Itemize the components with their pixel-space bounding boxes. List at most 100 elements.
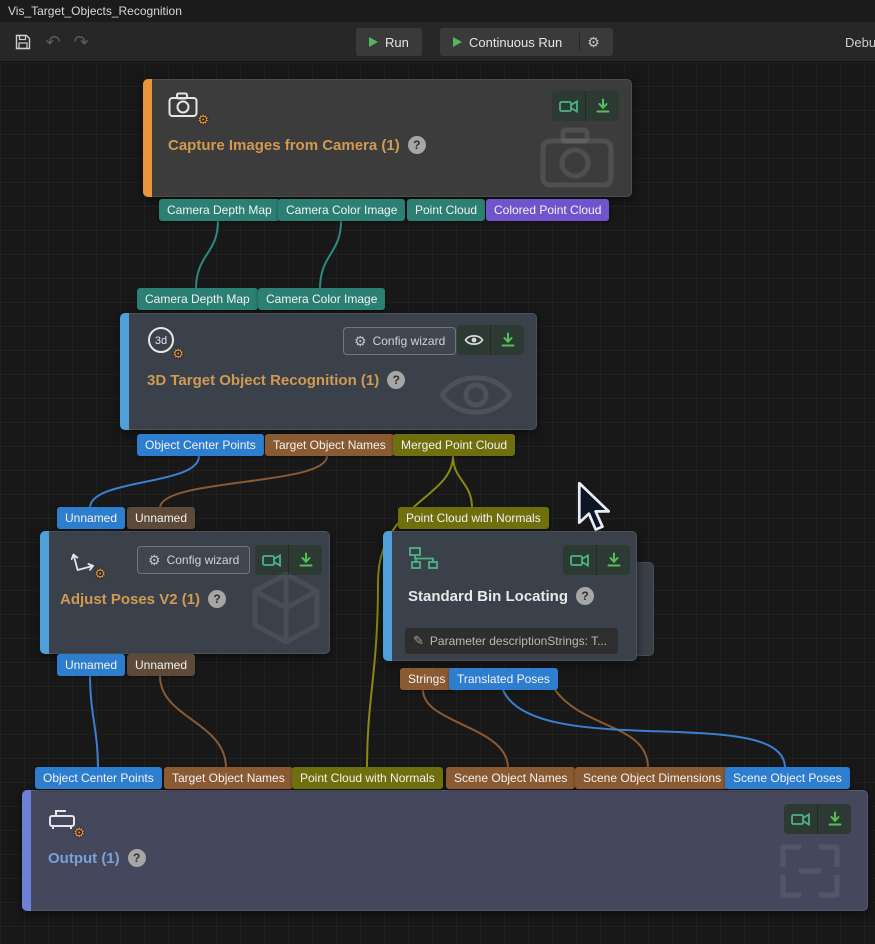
port-in-unnamed-2[interactable]: Unnamed [127, 507, 195, 529]
download-icon [500, 332, 516, 348]
wire-object-names[interactable] [160, 456, 327, 508]
node-title: Standard Bin Locating [408, 588, 568, 605]
wire-color-image[interactable] [320, 221, 341, 289]
eye-watermark-icon [434, 366, 518, 429]
wire-center-points[interactable] [90, 456, 199, 508]
parameter-description-field[interactable]: ✎ Parameter descriptionStrings: T... [405, 628, 618, 654]
wire-depth-map[interactable] [196, 221, 218, 289]
node-title: Adjust Poses V2 (1) [60, 591, 200, 608]
edit-pencil-icon: ✎ [413, 633, 424, 649]
node-adjust-poses[interactable]: ⚙ ⚙ Config wizard [40, 531, 330, 654]
help-badge[interactable]: ? [408, 136, 426, 154]
port-out-unnamed-2[interactable]: Unnamed [127, 654, 195, 676]
port-out-merged-point-cloud[interactable]: Merged Point Cloud [393, 434, 515, 456]
node-title-row: Output (1) ? [48, 849, 146, 867]
node-graph-canvas[interactable]: ⚙ Capture Images from Camera (1) ? [0, 62, 875, 944]
wire-adjust-out-2[interactable] [160, 676, 226, 768]
scene-camera-icon [559, 98, 579, 114]
node-title: Output (1) [48, 850, 120, 867]
cube-watermark-icon [247, 568, 325, 651]
node-title-row: Adjust Poses V2 (1) ? [60, 590, 226, 608]
node-capture-images[interactable]: ⚙ Capture Images from Camera (1) ? [143, 79, 632, 197]
port-in-scene-object-dimensions[interactable]: Scene Object Dimensions [575, 767, 729, 789]
run-label: Run [385, 35, 409, 50]
run-settings-gear-icon[interactable]: ⚙ [587, 35, 600, 49]
node-standard-bin-locating[interactable]: Standard Bin Locating ? ✎ Parameter desc… [383, 531, 637, 661]
download-icon [595, 98, 611, 114]
help-badge[interactable]: ? [208, 590, 226, 608]
save-output-button[interactable] [490, 325, 524, 355]
divider [579, 33, 580, 51]
port-out-strings[interactable]: Strings [400, 668, 453, 690]
undo-icon: ↶ [45, 32, 60, 53]
play-icon [453, 37, 462, 47]
wire-adjust-out-1[interactable] [90, 676, 98, 768]
config-wizard-button[interactable]: ⚙ Config wizard [343, 327, 456, 355]
port-in-point-cloud-with-normals[interactable]: Point Cloud with Normals [398, 507, 549, 529]
redo-icon: ↷ [73, 32, 88, 53]
run-button[interactable]: Run [356, 28, 422, 56]
help-badge[interactable]: ? [387, 371, 405, 389]
visualize-output-button[interactable] [457, 325, 490, 355]
port-in-point-cloud-with-normals-out[interactable]: Point Cloud with Normals [292, 767, 443, 789]
node-action-buttons [552, 91, 619, 121]
parameter-text: Parameter descriptionStrings: T... [430, 634, 607, 648]
node-accent-bar [120, 313, 129, 430]
visualize-output-button[interactable] [552, 91, 585, 121]
port-out-colored-point-cloud[interactable]: Colored Point Cloud [486, 199, 609, 221]
port-out-camera-depth-map[interactable]: Camera Depth Map [159, 199, 280, 221]
3d-icon-text: 3d [155, 335, 167, 347]
port-out-unnamed-1[interactable]: Unnamed [57, 654, 125, 676]
download-icon [298, 552, 314, 568]
port-out-point-cloud[interactable]: Point Cloud [407, 199, 485, 221]
port-out-translated-poses[interactable]: Translated Poses [449, 668, 558, 690]
node-3d-recognition[interactable]: 3d ⚙ ⚙ Config wizard [120, 313, 537, 430]
scene-camera-icon [570, 552, 590, 568]
port-in-scene-object-poses[interactable]: Scene Object Poses [725, 767, 850, 789]
redo-button[interactable]: ↷ [68, 29, 94, 55]
port-out-object-center-points[interactable]: Object Center Points [137, 434, 264, 456]
wire-translated-poses[interactable] [503, 690, 785, 768]
help-badge[interactable]: ? [576, 587, 594, 605]
visualize-output-button[interactable] [784, 804, 817, 834]
node-output[interactable]: ⚙ Output (1) ? [22, 790, 868, 911]
save-output-button[interactable] [585, 91, 619, 121]
node-accent-bar [143, 79, 152, 197]
continuous-run-button[interactable]: Continuous Run ⚙ [440, 28, 613, 56]
port-in-camera-depth-map[interactable]: Camera Depth Map [137, 288, 258, 310]
camera-watermark-icon [539, 127, 615, 194]
config-wizard-button[interactable]: ⚙ Config wizard [137, 546, 250, 574]
node-title-row: Capture Images from Camera (1) ? [168, 136, 426, 154]
node-action-buttons [457, 325, 524, 355]
undo-button[interactable]: ↶ [40, 29, 66, 55]
port-out-target-object-names[interactable]: Target Object Names [265, 434, 394, 456]
download-icon [827, 811, 843, 827]
port-in-target-object-names[interactable]: Target Object Names [164, 767, 293, 789]
config-wizard-label: Config wizard [167, 553, 240, 567]
output-icon: ⚙ [48, 807, 78, 833]
wire-strings[interactable] [423, 690, 508, 768]
node-accent-bar [40, 531, 49, 654]
wire-point-cloud-bin[interactable] [453, 456, 472, 508]
port-in-object-center-points[interactable]: Object Center Points [35, 767, 162, 789]
window-title: Vis_Target_Objects_Recognition [8, 4, 182, 18]
play-icon [369, 37, 378, 47]
node-action-buttons [563, 545, 630, 575]
port-in-camera-color-image[interactable]: Camera Color Image [258, 288, 385, 310]
node-title-row: Standard Bin Locating ? [408, 587, 594, 605]
3d-recognition-icon: 3d ⚙ [147, 326, 177, 354]
port-out-camera-color-image[interactable]: Camera Color Image [278, 199, 405, 221]
port-in-scene-object-names[interactable]: Scene Object Names [446, 767, 575, 789]
debug-label: Debug [845, 35, 875, 50]
node-title-row: 3D Target Object Recognition (1) ? [147, 371, 405, 389]
help-badge[interactable]: ? [128, 849, 146, 867]
gear-icon: ⚙ [148, 553, 161, 567]
save-output-button[interactable] [817, 804, 851, 834]
gear-icon: ⚙ [354, 334, 367, 348]
save-output-button[interactable] [596, 545, 630, 575]
save-button[interactable] [10, 29, 36, 55]
port-in-unnamed-1[interactable]: Unnamed [57, 507, 125, 529]
node-accent-bar [383, 531, 392, 661]
adjust-poses-icon: ⚙ [71, 546, 99, 574]
visualize-output-button[interactable] [563, 545, 596, 575]
